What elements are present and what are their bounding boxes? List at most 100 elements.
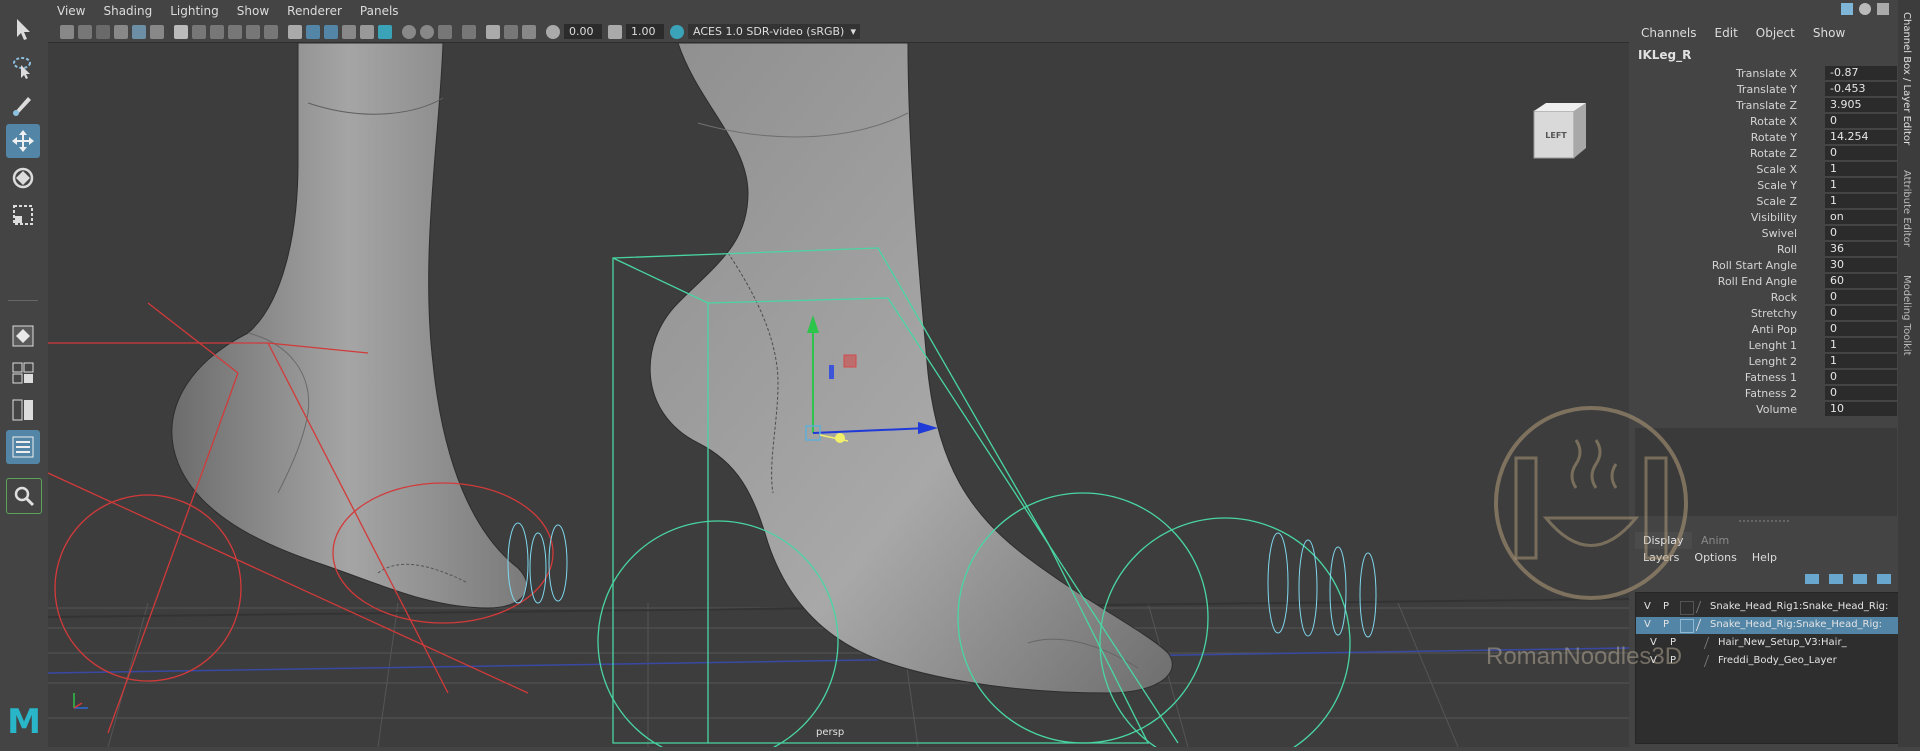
channel-attribute-row[interactable]: Scale X 1 [1629, 162, 1898, 177]
channel-attribute-value[interactable]: 36 [1825, 242, 1897, 256]
channel-attribute-label[interactable]: Roll [1657, 242, 1797, 257]
channel-attribute-row[interactable]: Roll 36 [1629, 242, 1898, 257]
four-view-layout-icon[interactable] [6, 356, 40, 390]
channel-attribute-row[interactable]: Translate X -0.87 [1629, 66, 1898, 81]
color-space-select[interactable]: ACES 1.0 SDR-video (sRGB) ▾ [688, 24, 860, 39]
viewport[interactable]: View Shading Lighting Show Renderer Pane… [47, 0, 1630, 751]
film-gate-icon[interactable] [192, 25, 206, 39]
screen-space-ao-icon[interactable] [402, 25, 416, 39]
use-all-lights-icon[interactable] [360, 25, 374, 39]
channel-attribute-value[interactable]: 60 [1825, 274, 1897, 288]
new-layer-selected-icon[interactable] [1877, 574, 1891, 584]
motion-blur-icon[interactable] [420, 25, 434, 39]
camera-attributes-icon[interactable] [78, 25, 92, 39]
channel-attribute-label[interactable]: Anti Pop [1657, 322, 1797, 337]
layer-color-swatch[interactable] [1695, 601, 1710, 613]
select-tool-icon[interactable] [6, 12, 40, 46]
splitter-handle[interactable] [1739, 520, 1789, 525]
view-cube-label[interactable]: LEFT [1539, 131, 1573, 140]
layer-color-swatch[interactable] [1695, 619, 1710, 631]
channel-attribute-value[interactable]: -0.453 [1825, 82, 1897, 96]
channel-attribute-value[interactable]: 3.905 [1825, 98, 1897, 112]
field-chart-icon[interactable] [246, 25, 260, 39]
channel-attribute-row[interactable]: Rotate Y 14.254 [1629, 130, 1898, 145]
channel-attribute-row[interactable]: Rotate Z 0 [1629, 146, 1898, 161]
grease-pencil-icon[interactable] [150, 25, 164, 39]
channel-attribute-label[interactable]: Rotate Z [1657, 146, 1797, 161]
layer-name[interactable]: Snake_Head_Rig:Snake_Head_Rig: [1710, 619, 1882, 630]
channel-attribute-row[interactable]: Rock 0 [1629, 290, 1898, 305]
move-tool-icon[interactable] [6, 124, 40, 158]
menu-show-channels[interactable]: Show [1813, 26, 1845, 40]
channel-attribute-label[interactable]: Scale Y [1657, 178, 1797, 193]
channel-attribute-row[interactable]: Lenght 1 1 [1629, 338, 1898, 353]
safe-action-icon[interactable] [264, 25, 278, 39]
channel-attribute-row[interactable]: Scale Y 1 [1629, 178, 1898, 193]
settings-icon[interactable] [1859, 3, 1871, 15]
channel-attribute-label[interactable]: Visibility [1657, 210, 1797, 225]
scale-tool-icon[interactable] [6, 198, 40, 232]
menu-view[interactable]: View [48, 4, 94, 18]
channel-attribute-value[interactable]: -0.87 [1825, 66, 1897, 80]
wireframe-icon[interactable] [288, 25, 302, 39]
channel-attribute-label[interactable]: Scale Z [1657, 194, 1797, 209]
channel-attribute-row[interactable]: Translate Y -0.453 [1629, 82, 1898, 97]
channel-attribute-label[interactable]: Rock [1657, 290, 1797, 305]
channel-attribute-value[interactable]: 0 [1825, 114, 1897, 128]
single-perspective-view-icon[interactable] [6, 319, 40, 353]
channel-attribute-label[interactable]: Roll Start Angle [1657, 258, 1797, 273]
channel-attribute-label[interactable]: Stretchy [1657, 306, 1797, 321]
search-icon[interactable] [6, 478, 42, 514]
channel-attribute-label[interactable]: Roll End Angle [1657, 274, 1797, 289]
menu-options[interactable]: Options [1694, 551, 1736, 564]
channel-attribute-row[interactable]: Fatness 1 0 [1629, 370, 1898, 385]
rotate-tool-icon[interactable] [6, 161, 40, 195]
layer-color-swatch[interactable] [1703, 655, 1718, 667]
channel-attribute-label[interactable]: Translate Z [1657, 98, 1797, 113]
scene-canvas[interactable]: LEFT [47, 42, 1630, 751]
grid-icon[interactable] [174, 25, 188, 39]
isolate-select-icon[interactable] [462, 25, 476, 39]
channel-attribute-value[interactable]: 1 [1825, 354, 1897, 368]
new-layer-icon[interactable] [1853, 574, 1867, 584]
gamma-field[interactable]: 1.00 [626, 24, 664, 39]
channel-attribute-row[interactable]: Roll Start Angle 30 [1629, 258, 1898, 273]
x-ray-icon[interactable] [486, 25, 500, 39]
shadows-icon[interactable] [378, 25, 392, 39]
textured-icon[interactable] [342, 25, 356, 39]
channel-attribute-row[interactable]: Swivel 0 [1629, 226, 1898, 241]
move-layer-down-icon[interactable] [1829, 574, 1843, 584]
color-management-icon[interactable] [670, 25, 684, 39]
channel-attribute-row[interactable]: Anti Pop 0 [1629, 322, 1898, 337]
channel-attribute-label[interactable]: Translate X [1657, 66, 1797, 81]
menu-edit[interactable]: Edit [1715, 26, 1738, 40]
layer-name[interactable]: Snake_Head_Rig1:Snake_Head_Rig: [1710, 601, 1888, 612]
channel-attribute-row[interactable]: Scale Z 1 [1629, 194, 1898, 209]
menu-shading[interactable]: Shading [94, 4, 161, 18]
channel-attribute-value[interactable]: 0 [1825, 306, 1897, 320]
channel-attribute-value[interactable]: 1 [1825, 194, 1897, 208]
channel-attribute-label[interactable]: Rotate Y [1657, 130, 1797, 145]
channel-attribute-value[interactable]: 0 [1825, 370, 1897, 384]
channel-attribute-label[interactable]: Lenght 1 [1657, 338, 1797, 353]
x-ray-joints-icon[interactable] [504, 25, 518, 39]
tab-anim[interactable]: Anim [1693, 532, 1737, 549]
panel-toggle-icon[interactable] [1877, 3, 1889, 15]
menu-channels[interactable]: Channels [1641, 26, 1697, 40]
layer-color-swatch[interactable] [1703, 637, 1718, 649]
channel-attribute-label[interactable]: Translate Y [1657, 82, 1797, 97]
wireframe-on-shaded-icon[interactable] [324, 25, 338, 39]
channel-attribute-value[interactable]: 1 [1825, 162, 1897, 176]
resolution-gate-icon[interactable] [210, 25, 224, 39]
menu-renderer[interactable]: Renderer [278, 4, 351, 18]
channel-attribute-label[interactable]: Lenght 2 [1657, 354, 1797, 369]
channel-attribute-value[interactable]: 0 [1825, 290, 1897, 304]
channel-attribute-row[interactable]: Stretchy 0 [1629, 306, 1898, 321]
channel-attribute-value[interactable]: 1 [1825, 338, 1897, 352]
channel-attribute-value[interactable]: 10 [1825, 402, 1897, 416]
camera-icon[interactable] [60, 25, 74, 39]
channel-attribute-label[interactable]: Fatness 1 [1657, 370, 1797, 385]
layer-name[interactable]: Freddi_Body_Geo_Layer [1718, 655, 1837, 666]
channel-attribute-value[interactable]: 1 [1825, 178, 1897, 192]
outliner-layout-icon[interactable] [6, 430, 40, 464]
